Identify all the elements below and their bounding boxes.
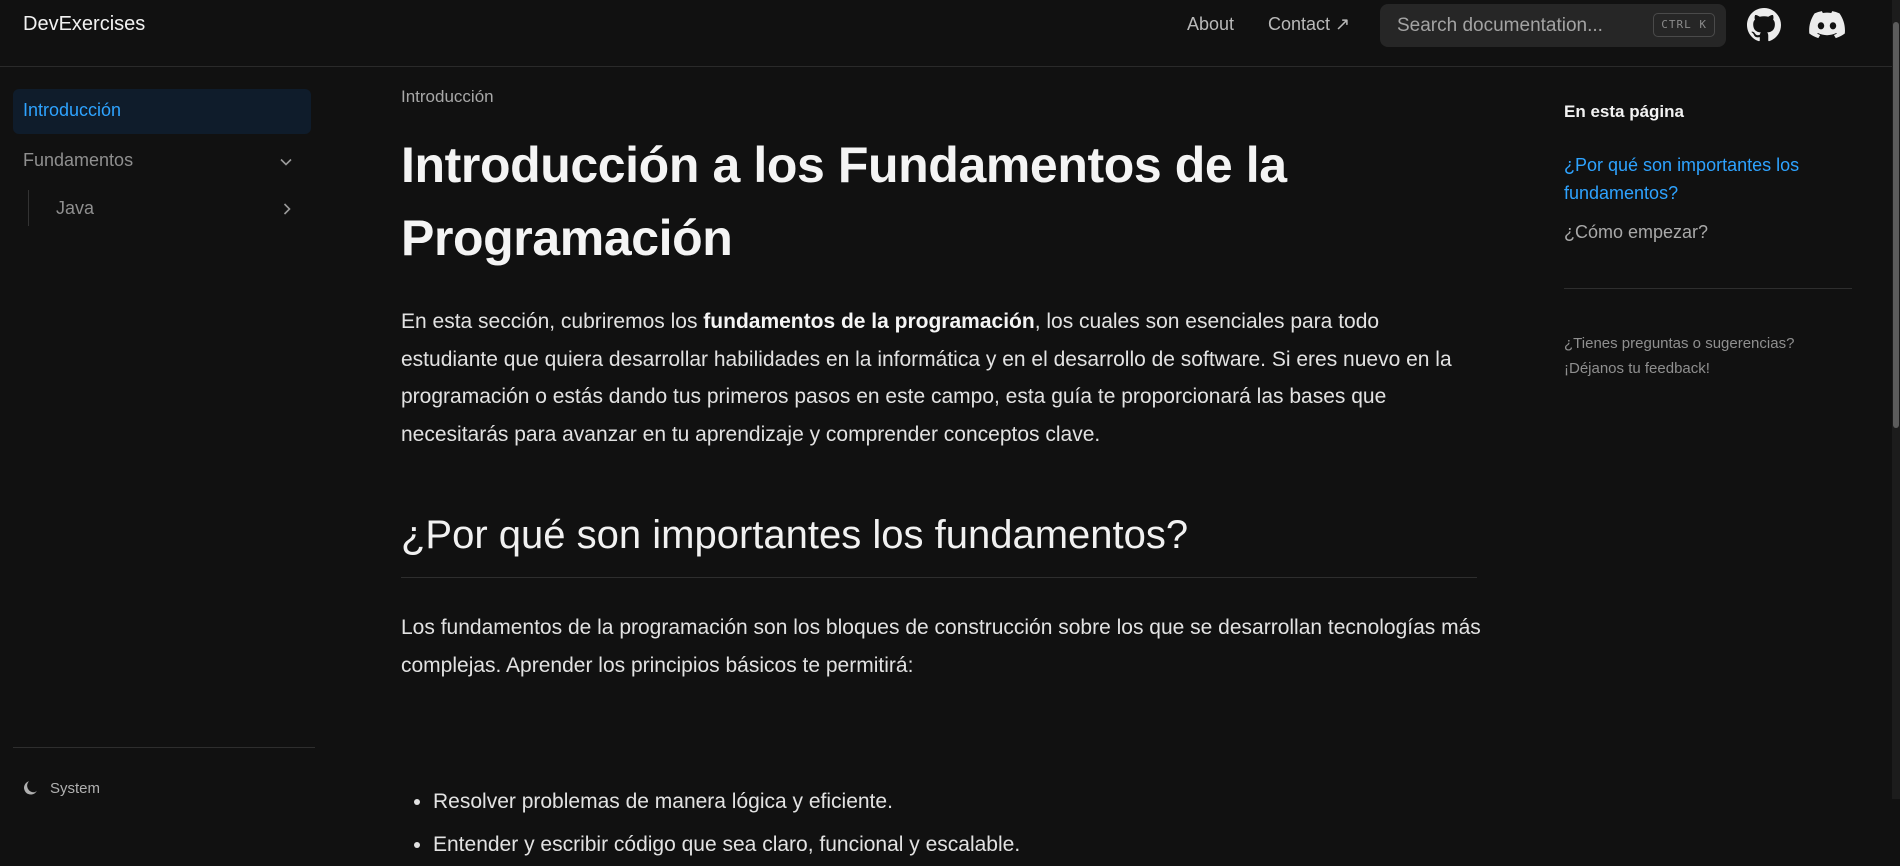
page-title: Introducción a los Fundamentos de la Pro…: [401, 137, 1287, 266]
intro-bold-text: fundamentos de la programación: [703, 310, 1035, 333]
sidebar-divider: [13, 747, 315, 748]
chevron-right-icon: [283, 203, 291, 215]
sidebar-item-label: Fundamentos: [23, 150, 134, 170]
bullet-list: Resolver problemas de manera lógica y ef…: [401, 780, 1020, 866]
sidebar: Introducción Fundamentos Java System: [0, 67, 318, 799]
theme-label: System: [50, 780, 101, 797]
section-paragraph: Los fundamentos de la programación son l…: [401, 616, 1481, 677]
github-icon[interactable]: [1745, 6, 1783, 44]
sidebar-item-label: Java: [56, 198, 95, 218]
list-item: Entender y escribir código que sea claro…: [433, 823, 1020, 866]
nav-about-link[interactable]: About: [1187, 14, 1234, 35]
moon-icon: [24, 781, 37, 795]
chevron-down-icon: [280, 158, 292, 166]
scrollbar-thumb[interactable]: [1893, 22, 1899, 428]
toc-link-importancia[interactable]: ¿Por qué son importantes los fundamentos…: [1564, 151, 1844, 207]
feedback-link[interactable]: ¿Tienes preguntas o sugerencias? ¡Déjano…: [1564, 331, 1844, 381]
sidebar-item-java[interactable]: Java: [43, 189, 311, 229]
brand-logo-link[interactable]: DevExercises: [23, 13, 145, 36]
breadcrumb: Introducción: [401, 87, 494, 106]
discord-icon[interactable]: [1808, 6, 1846, 44]
search-input[interactable]: Search documentation... CTRL K: [1380, 4, 1726, 47]
intro-paragraph: En esta sección, cubriremos los fundamen…: [401, 303, 1481, 453]
sidebar-item-fundamentos[interactable]: Fundamentos: [13, 139, 311, 184]
tree-guide-line: [28, 190, 29, 226]
toc-divider: [1564, 288, 1852, 289]
intro-text-before: En esta sección, cubriremos los: [401, 310, 704, 333]
search-placeholder: Search documentation...: [1397, 15, 1603, 36]
toc-link-como-empezar[interactable]: ¿Cómo empezar?: [1564, 218, 1844, 246]
section-heading: ¿Por qué son importantes los fundamentos…: [401, 513, 1477, 578]
toc-title: En esta página: [1564, 102, 1684, 121]
sidebar-item-introduccion[interactable]: Introducción: [13, 89, 311, 134]
list-item: Resolver problemas de manera lógica y ef…: [433, 780, 1020, 823]
search-shortcut-badge: CTRL K: [1653, 13, 1715, 37]
top-navbar: DevExercises About Contact ↗ Search docu…: [0, 0, 1892, 67]
sidebar-item-label: Introducción: [23, 100, 122, 120]
nav-contact-link[interactable]: Contact ↗: [1268, 14, 1350, 35]
page-scrollbar[interactable]: [1892, 0, 1900, 799]
